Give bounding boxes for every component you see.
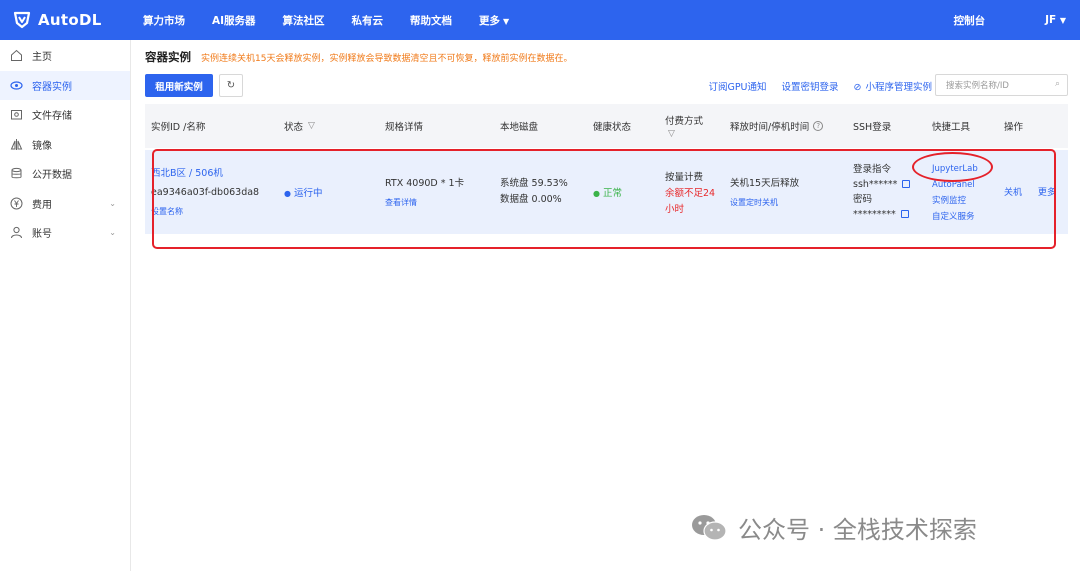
sidebar: 主页 容器实例 文件存储 镜像 公开数据 费用 ⌄ 账号 ⌄ [0,40,131,571]
table-header: 实例ID /名称 状态 ▽ 规格详情 本地磁盘 健康状态 付费方式 ▽ 释放时间/… [145,104,1068,148]
nav-item-compute-market[interactable]: 算力市场 [143,13,185,28]
sidebar-item-billing[interactable]: 费用 ⌄ [0,189,130,219]
nav-item-more[interactable]: 更多 ▼ [479,13,509,28]
sidebar-item-label: 文件存储 [32,111,72,123]
mini-program-link[interactable]: ⊘ 小程序管理实例 [854,79,932,93]
subscribe-gpu-link[interactable]: 订阅GPU通知 [708,79,766,93]
col-header-status-label: 状态 [284,122,304,133]
search-input[interactable]: 搜索实例名称/ID ⌕ [935,74,1068,96]
title-row: 容器实例 实例连续关机15天会释放实例，实例释放会导致数据清空且不可恢复，释放前… [145,40,1070,74]
sidebar-item-containers[interactable]: 容器实例 [0,70,130,100]
user-menu[interactable]: JF ▼ [1015,14,1066,26]
col-header-release-label: 释放时间/停机时间 [730,122,810,133]
watermark: 公众号 · 全栈技术探索 [690,510,977,545]
logo[interactable]: AutoDL [0,10,130,30]
mini-program-icon: ⊘ [853,81,862,93]
top-nav: 算力市场 AI服务器 算法社区 私有云 帮助文档 更多 ▼ [143,13,536,28]
top-right: 控制台 JF ▼ [924,0,1066,40]
set-key-login-link[interactable]: 设置密钥登录 [782,79,839,93]
top-bar: AutoDL 算力市场 AI服务器 算法社区 私有云 帮助文档 更多 ▼ 控制台 … [0,0,1080,40]
main-content: 容器实例 实例连续关机15天会释放实例，实例释放会导致数据清空且不可恢复，释放前… [145,40,1070,234]
sidebar-item-label: 费用 [32,199,52,211]
autodl-logo-icon [13,11,31,29]
folder-icon [10,108,23,121]
sidebar-item-label: 镜像 [32,140,52,152]
toolbar: 租用新实例 ↻ 订阅GPU通知 设置密钥登录 ⊘ 小程序管理实例 搜索实例名称/I… [145,74,1070,104]
search-icon: ⌕ [1054,79,1060,89]
user-name: JF [1045,14,1057,26]
sidebar-item-home[interactable]: 主页 [0,41,130,71]
col-header-status[interactable]: 状态 ▽ [284,104,315,148]
nav-more-label: 更多 [479,14,501,27]
container-icon [10,79,23,92]
nav-item-private-cloud[interactable]: 私有云 [352,13,384,28]
user-icon [10,226,23,239]
logo-text: AutoDL [38,11,102,29]
caret-down-icon: ▼ [1059,16,1066,25]
page-title: 容器实例 [145,50,191,64]
sidebar-item-label: 容器实例 [32,81,72,93]
col-header-tools: 快捷工具 [932,122,971,133]
col-header-health: 健康状态 [593,122,632,133]
rent-new-instance-button[interactable]: 租用新实例 [145,74,213,97]
chevron-down-icon: ⌄ [109,198,116,208]
release-notice: 实例连续关机15天会释放实例，实例释放会导致数据清空且不可恢复，释放前实例在数据… [201,53,573,64]
sidebar-item-label: 账号 [32,229,52,241]
home-icon [10,49,23,62]
yen-icon [10,197,23,210]
watermark-text: 公众号 · 全栈技术探索 [738,516,977,544]
col-header-ssh: SSH登录 [853,122,892,133]
sidebar-item-images[interactable]: 镜像 [0,130,130,160]
refresh-icon: ↻ [226,80,236,91]
filter-icon[interactable]: ▽ [668,129,675,139]
nav-item-ai-server[interactable]: AI服务器 [212,13,256,28]
filter-icon[interactable]: ▽ [308,121,315,131]
wechat-icon [692,514,727,541]
search-placeholder: 搜索实例名称/ID [946,81,1009,91]
col-header-id-name: 实例ID /名称 [151,122,206,133]
sidebar-item-label: 主页 [32,52,52,64]
database-icon [10,167,23,180]
col-header-billing-label: 付费方式 [665,116,704,127]
sidebar-item-label: 公开数据 [32,170,72,182]
mini-program-label: 小程序管理实例 [865,81,932,93]
sidebar-item-account[interactable]: 账号 ⌄ [0,218,130,248]
nav-item-help-docs[interactable]: 帮助文档 [410,13,452,28]
caret-down-icon: ▼ [503,16,510,26]
toolbar-links: 订阅GPU通知 设置密钥登录 ⊘ 小程序管理实例 [693,74,932,97]
col-header-ops: 操作 [1004,122,1024,133]
chevron-down-icon: ⌄ [109,228,116,238]
col-header-disk: 本地磁盘 [500,122,539,133]
col-header-spec: 规格详情 [385,122,424,133]
col-header-release: 释放时间/停机时间? [730,104,824,148]
help-icon[interactable]: ? [813,121,824,131]
console-link[interactable]: 控制台 [954,13,986,28]
image-icon [10,138,23,151]
sidebar-item-public-data[interactable]: 公开数据 [0,159,130,189]
nav-item-algorithm-community[interactable]: 算法社区 [283,13,325,28]
sidebar-item-file-storage[interactable]: 文件存储 [0,100,130,130]
col-header-billing[interactable]: 付费方式 ▽ [665,104,703,148]
refresh-button[interactable]: ↻ [219,74,243,97]
annotation-highlight-jupyterlab [912,152,993,182]
